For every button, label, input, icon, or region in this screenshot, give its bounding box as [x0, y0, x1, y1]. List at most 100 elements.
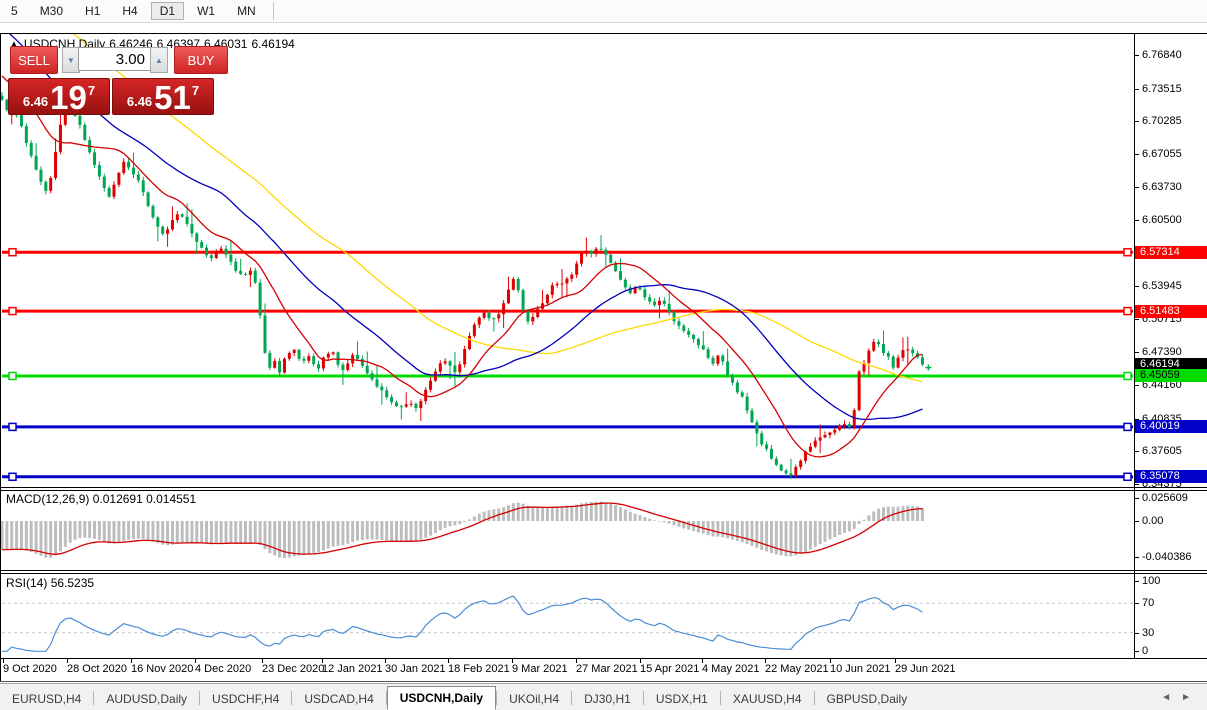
level-price-tag: 6.40019	[1135, 420, 1207, 433]
tab-usdcad-h4[interactable]: USDCAD,H4	[292, 688, 385, 709]
macd-tick-mark	[1134, 498, 1139, 499]
macd-tick-label: 0.025609	[1142, 492, 1188, 504]
tab-xauusd-h4[interactable]: XAUUSD,H4	[721, 688, 814, 709]
date-tick-label: 4 May 2021	[702, 663, 759, 675]
tab-eurusd-h4[interactable]: EURUSD,H4	[0, 688, 93, 709]
chevron-up-icon: ▲	[155, 56, 163, 65]
macd-tick-mark	[1134, 557, 1139, 558]
date-tick-label: 18 Feb 2021	[448, 663, 510, 675]
chart-bottom-border	[0, 681, 1207, 682]
price-tick-label: 6.70285	[1142, 115, 1182, 127]
date-tick-label: 4 Dec 2020	[195, 663, 251, 675]
sell-price-big-digits: 19	[50, 81, 87, 114]
date-tick-label: 29 Jun 2021	[895, 663, 956, 675]
price-tick-mark	[1134, 187, 1139, 188]
level-price-tag: 6.35078	[1135, 470, 1207, 483]
price-tick-label: 6.37605	[1142, 445, 1182, 457]
rsi-plot-area[interactable]	[1, 574, 1133, 658]
sell-price-display[interactable]: 6.46 19 7	[8, 78, 110, 115]
macd-separator-top	[0, 487, 1207, 488]
level-price-tag: 6.57314	[1135, 246, 1207, 259]
price-tick-mark	[1134, 484, 1139, 485]
rsi-tick-mark	[1134, 633, 1139, 634]
rsi-tick-mark	[1134, 581, 1139, 582]
macd-label: MACD(12,26,9) 0.012691 0.014551	[6, 492, 196, 506]
level-price-tag: 6.51483	[1135, 305, 1207, 318]
price-tick-mark	[1134, 220, 1139, 221]
date-tick-label: 10 Jun 2021	[830, 663, 891, 675]
toolbar-item-h1[interactable]: H1	[76, 2, 109, 20]
price-tick-label: 6.73515	[1142, 83, 1182, 95]
timeframe-toolbar: 5M30H1H4 D1W1MN	[0, 0, 1207, 23]
buy-price-display[interactable]: 6.46 51 7	[112, 78, 214, 115]
tab-usdchf-h4[interactable]: USDCHF,H4	[200, 688, 291, 709]
toolbar-item-w1[interactable]: W1	[188, 2, 224, 20]
toolbar-item-mn[interactable]: MN	[228, 2, 265, 20]
date-tick-label: 15 Apr 2021	[640, 663, 699, 675]
macd-tick-label: 0.00	[1142, 515, 1163, 527]
tab-gbpusd-daily[interactable]: GBPUSD,Daily	[815, 688, 920, 709]
macd-name: MACD(12,26,9)	[6, 492, 89, 506]
price-tick-mark	[1134, 154, 1139, 155]
toolbar-item-d1[interactable]: D1	[151, 2, 184, 20]
level-line[interactable]	[2, 473, 1133, 480]
sell-button[interactable]: SELL	[10, 46, 58, 74]
tab-dj30-h1[interactable]: DJ30,H1	[572, 688, 643, 709]
tab-ukoil-h4[interactable]: UKOil,H4	[497, 688, 571, 709]
tab-usdcnh-daily[interactable]: USDCNH,Daily	[387, 686, 496, 710]
rsi-tick-label: 30	[1142, 627, 1154, 639]
rsi-separator-top	[0, 570, 1207, 571]
volume-input[interactable]	[78, 47, 152, 71]
level-line[interactable]	[2, 423, 1133, 430]
toolbar-item-m30[interactable]: M30	[31, 2, 72, 20]
date-tick-label: 12 Jan 2021	[322, 663, 383, 675]
price-tick-mark	[1134, 451, 1139, 452]
date-tick-label: 22 May 2021	[765, 663, 829, 675]
date-tick-label: 9 Mar 2021	[512, 663, 568, 675]
level-line[interactable]	[2, 308, 1133, 315]
candlesticks	[1, 92, 924, 479]
chart-tab-bar: EURUSD,H4AUDUSD,DailyUSDCHF,H4USDCAD,H4U…	[0, 683, 1207, 710]
rsi-tick-label: 0	[1142, 645, 1148, 657]
volume-increase-button[interactable]: ▲	[150, 47, 168, 73]
tab-audusd-daily[interactable]: AUDUSD,Daily	[94, 688, 199, 709]
price-tick-label: 6.67055	[1142, 148, 1182, 160]
buy-button[interactable]: BUY	[174, 46, 228, 74]
toolbar-item-5[interactable]: 5	[2, 2, 27, 20]
date-tick-label: 28 Oct 2020	[67, 663, 127, 675]
price-axis-separator	[1134, 34, 1135, 659]
ohlc-close: 6.46194	[251, 37, 294, 51]
toolbar-item-h4[interactable]: H4	[113, 2, 146, 20]
sell-price-pip: 7	[88, 83, 95, 98]
rsi-name: RSI(14)	[6, 576, 47, 590]
tab-usdx-h1[interactable]: USDX,H1	[644, 688, 720, 709]
buy-price-pip: 7	[192, 83, 199, 98]
chevron-down-icon: ▼	[67, 56, 75, 65]
date-tick-label: 30 Jan 2021	[385, 663, 446, 675]
rsi-line	[2, 596, 922, 651]
price-tick-label: 6.53945	[1142, 280, 1182, 292]
toolbar-separator	[273, 2, 274, 20]
tab-scroll-right-icon[interactable]: ►	[1181, 692, 1201, 703]
one-click-trading-panel: SELL ▼ ▲ BUY 6.46 19 7 6.46 51 7	[8, 45, 226, 113]
level-line[interactable]	[2, 249, 1133, 256]
rsi-tick-mark	[1134, 603, 1139, 604]
rsi-tick-label: 70	[1142, 597, 1154, 609]
macd-values: 0.012691 0.014551	[93, 492, 196, 506]
price-tick-mark	[1134, 121, 1139, 122]
last-price-marker	[925, 365, 931, 371]
sell-price-prefix: 6.46	[23, 94, 48, 109]
price-tick-label: 6.63730	[1142, 181, 1182, 193]
price-tick-mark	[1134, 319, 1139, 320]
level-line[interactable]	[2, 372, 1133, 379]
tab-scroll-left-icon[interactable]: ◄	[1161, 692, 1181, 703]
price-tick-label: 6.60500	[1142, 214, 1182, 226]
macd-tick-label: -0.040386	[1142, 551, 1192, 563]
rsi-tick-mark	[1134, 651, 1139, 652]
price-tick-mark	[1134, 286, 1139, 287]
trading-platform-window: 5M30H1H4D1W1MN ▲USDCNH,Daily6.462466.463…	[0, 0, 1207, 710]
price-tick-label: 6.47390	[1142, 346, 1182, 358]
price-tick-mark	[1134, 352, 1139, 353]
tab-scroll-arrows: ◄►	[1161, 692, 1201, 703]
buy-price-big-digits: 51	[154, 81, 191, 114]
